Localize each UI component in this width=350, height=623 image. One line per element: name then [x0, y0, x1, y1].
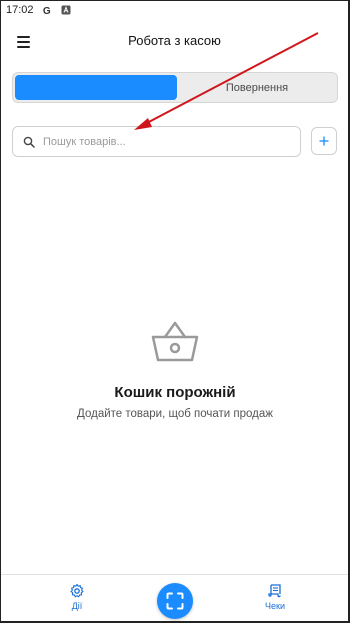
notification-icon [60, 4, 72, 16]
status-bar: 17:02 G [1, 1, 348, 19]
receipt-icon [268, 584, 281, 598]
mode-segmented-control: Повернення [12, 72, 338, 103]
nav-label-actions: Дії [71, 601, 83, 611]
scan-icon [166, 592, 184, 610]
search-field[interactable] [12, 126, 301, 157]
app-bar: Робота з касою [1, 20, 348, 64]
tab-sale[interactable] [15, 75, 177, 100]
basket-icon [151, 321, 199, 362]
empty-cart-title: Кошик порожній [114, 384, 236, 401]
plus-icon [319, 136, 329, 146]
google-icon: G [42, 4, 54, 16]
nav-label-receipts: Чеки [265, 601, 285, 611]
add-product-button[interactable] [311, 127, 337, 155]
gear-icon [70, 583, 84, 598]
svg-text:G: G [43, 6, 51, 16]
tab-returns[interactable]: Повернення [178, 75, 336, 100]
search-icon [23, 136, 35, 148]
status-time: 17:02 [6, 4, 34, 16]
search-input[interactable] [43, 135, 283, 148]
nav-item-receipts[interactable]: Чеки [245, 583, 305, 611]
scan-button[interactable] [157, 583, 193, 619]
page-title: Робота з касою [128, 33, 221, 48]
empty-cart-subtitle: Додайте товари, щоб почати продаж [77, 408, 273, 420]
nav-item-actions[interactable]: Дії [47, 583, 107, 611]
